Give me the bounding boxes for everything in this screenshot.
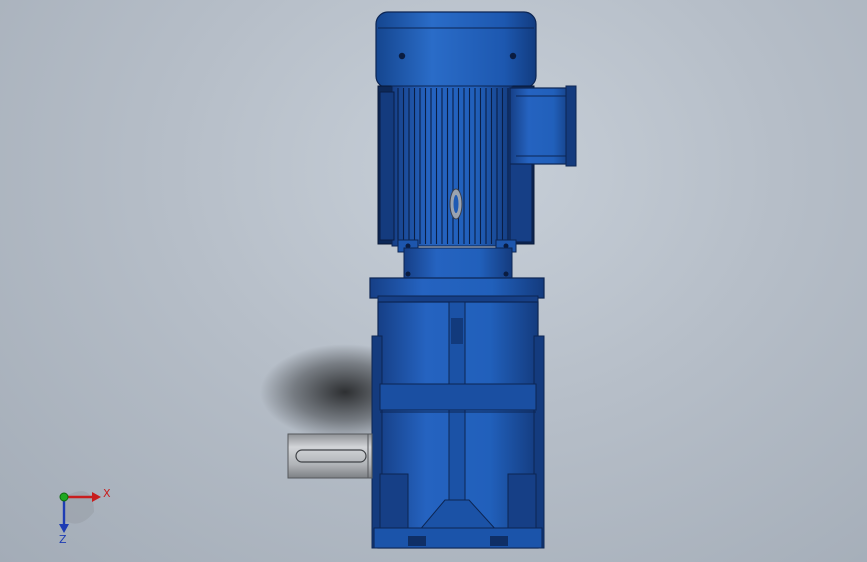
y-axis-origin-icon [59,492,69,502]
x-axis-label: X [103,487,111,500]
z-axis-label: Z [59,533,67,546]
coordinate-triad: X Z [59,487,111,546]
graphics-viewport[interactable]: X Z [0,0,867,562]
